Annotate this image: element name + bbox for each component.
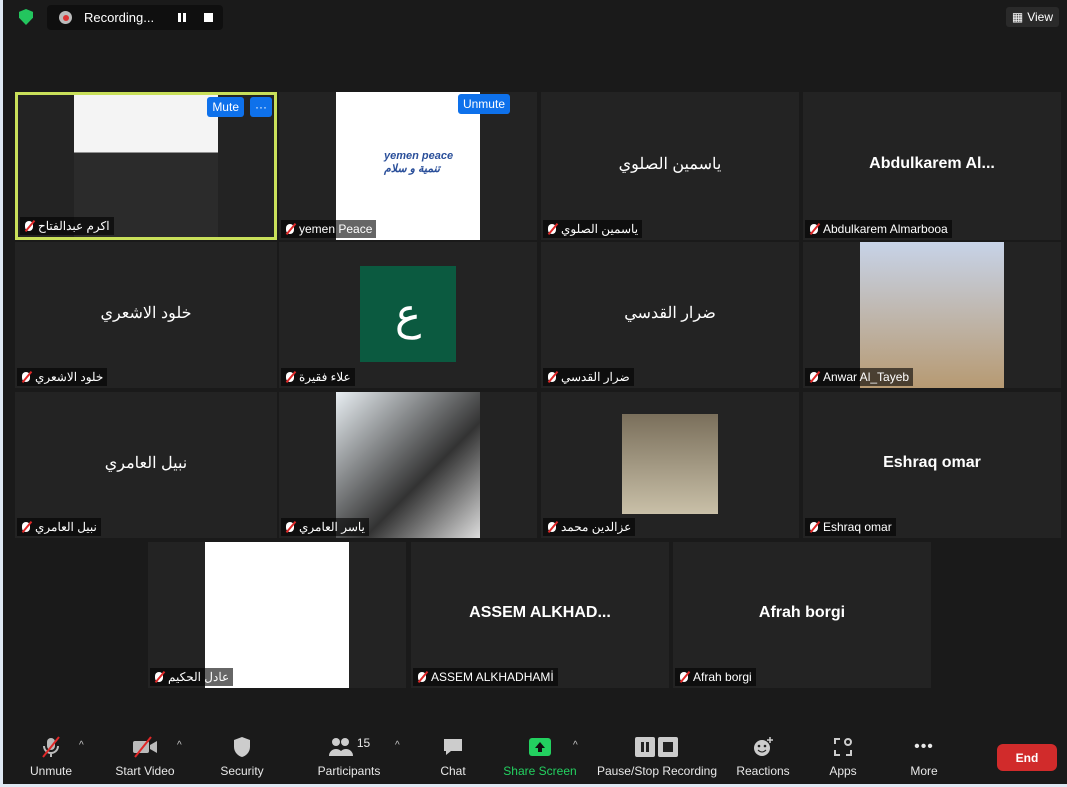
meeting-toolbar: Unmute ^ Start Video ^ Security 15 Partic… bbox=[3, 728, 1067, 784]
apps-label: Apps bbox=[829, 764, 857, 778]
participant-tile[interactable]: ياسمين الصلوي ياسمين الصلوي bbox=[541, 92, 799, 240]
participant-video bbox=[860, 242, 1004, 388]
more-label: More bbox=[910, 764, 938, 778]
encryption-shield-icon[interactable] bbox=[19, 9, 33, 25]
more-dots-icon: ••• bbox=[914, 738, 934, 755]
participant-name-label: ASSEM ALKHADHAMİ bbox=[413, 668, 558, 686]
participant-video bbox=[336, 392, 480, 538]
share-options-caret[interactable]: ^ bbox=[573, 740, 578, 751]
video-off-icon bbox=[111, 736, 179, 758]
top-bar: Recording... ▦ View bbox=[3, 0, 1067, 34]
participant-tile[interactable]: ASSEM ALKHAD... ASSEM ALKHADHAMİ bbox=[411, 542, 669, 688]
participants-count: 15 bbox=[356, 736, 371, 750]
participant-tile[interactable]: عادل الحكيم bbox=[148, 542, 406, 688]
participant-tile[interactable]: yemen peace تنمية و سلام yemen Peace Unmut… bbox=[279, 92, 537, 240]
stop-recording-icon[interactable] bbox=[204, 13, 214, 22]
grid-icon: ▦ bbox=[1011, 10, 1024, 24]
participant-video: yemen peace تنمية و سلام bbox=[336, 92, 480, 240]
view-label: View bbox=[1027, 10, 1053, 24]
participants-icon: 15 bbox=[311, 736, 387, 758]
participant-name-label: نبيل العامري bbox=[17, 518, 101, 536]
security-button[interactable]: Security bbox=[213, 728, 271, 778]
more-button[interactable]: ••• More bbox=[905, 728, 943, 778]
participant-display-name: Afrah borgi bbox=[758, 604, 846, 622]
unmute-button[interactable]: Unmute bbox=[25, 728, 77, 778]
participant-name-label: عزالدين محمد bbox=[543, 518, 636, 536]
recording-indicator: Recording... bbox=[47, 5, 223, 30]
participant-tile[interactable]: اكرم عبدالفتاح Mute ··· bbox=[15, 92, 277, 240]
pause-stop-recording-button[interactable]: Pause/Stop Recording bbox=[595, 728, 719, 778]
avatar: ع bbox=[360, 266, 456, 362]
reactions-smiley-icon bbox=[733, 736, 793, 758]
chat-button[interactable]: Chat bbox=[433, 728, 473, 778]
security-label: Security bbox=[220, 764, 264, 778]
recording-dot-icon bbox=[59, 11, 72, 24]
participant-tile[interactable]: Anwar Al_Tayeb bbox=[803, 242, 1061, 388]
participant-display-name: ضرار القدسي bbox=[624, 305, 716, 322]
muted-mic-icon bbox=[25, 736, 77, 758]
mute-participant-button[interactable]: Mute bbox=[207, 97, 244, 117]
chat-bubble-icon bbox=[433, 736, 473, 758]
participant-video bbox=[622, 414, 718, 514]
participant-tile[interactable]: ياسر العامري bbox=[279, 392, 537, 538]
participant-name-label: ياسر العامري bbox=[281, 518, 369, 536]
end-meeting-button[interactable]: End bbox=[997, 744, 1057, 771]
yemen-peace-logo: yemen peace تنمية و سلام bbox=[384, 150, 454, 175]
start-video-label: Start Video bbox=[115, 764, 175, 778]
chat-label: Chat bbox=[440, 764, 466, 778]
participant-tile[interactable]: ع علاء فقيرة bbox=[279, 242, 537, 388]
unmute-label: Unmute bbox=[29, 764, 73, 778]
reactions-button[interactable]: Reactions bbox=[733, 728, 793, 778]
participant-tile[interactable]: عزالدين محمد bbox=[541, 392, 799, 538]
participant-name-label: Eshraq omar bbox=[805, 518, 896, 536]
participant-display-name: ياسمين الصلوي bbox=[618, 156, 722, 173]
participants-label: Participants bbox=[317, 764, 381, 778]
participant-name-label: ياسمين الصلوي bbox=[543, 220, 643, 238]
participant-name-label: Anwar Al_Tayeb bbox=[805, 368, 914, 386]
share-screen-label: Share Screen bbox=[503, 764, 577, 778]
participants-button[interactable]: 15 Participants bbox=[311, 728, 387, 778]
participant-name-label: عادل الحكيم bbox=[150, 668, 234, 686]
pause-stop-icon bbox=[595, 736, 719, 758]
participant-tile[interactable]: نبيل العامري نبيل العامري bbox=[15, 392, 277, 538]
view-button[interactable]: ▦ View bbox=[1005, 7, 1059, 27]
participant-tile[interactable]: خلود الاشعري خلود الاشعري bbox=[15, 242, 277, 388]
video-options-caret[interactable]: ^ bbox=[177, 740, 182, 751]
participant-tile[interactable]: Abdulkarem Al... Abdulkarem Almarbooa bbox=[803, 92, 1061, 240]
apps-icon bbox=[825, 736, 861, 758]
participant-tile[interactable]: ضرار القدسي ضرار القدسي bbox=[541, 242, 799, 388]
participant-video bbox=[205, 542, 349, 688]
audio-options-caret[interactable]: ^ bbox=[79, 740, 84, 751]
participant-display-name: نبيل العامري bbox=[104, 455, 188, 472]
more-options-button[interactable]: ··· bbox=[250, 97, 272, 117]
participant-name-label: خلود الاشعري bbox=[17, 368, 108, 386]
participant-video bbox=[74, 95, 218, 237]
participant-tile[interactable]: Eshraq omar Eshraq omar bbox=[803, 392, 1061, 538]
participant-name-label: علاء فقيرة bbox=[281, 368, 355, 386]
share-screen-button[interactable]: Share Screen bbox=[501, 728, 579, 778]
recording-label: Recording... bbox=[84, 10, 155, 25]
participants-options-caret[interactable]: ^ bbox=[395, 740, 400, 751]
pause-recording-icon[interactable] bbox=[178, 13, 187, 22]
participant-name-label: Afrah borgi bbox=[675, 668, 756, 686]
unmute-participant-button[interactable]: Unmute bbox=[457, 94, 510, 114]
start-video-button[interactable]: Start Video bbox=[111, 728, 179, 778]
participant-tile[interactable]: Afrah borgi Afrah borgi bbox=[673, 542, 931, 688]
participant-name-label: Abdulkarem Almarbooa bbox=[805, 220, 952, 238]
reactions-label: Reactions bbox=[736, 764, 790, 778]
participant-display-name: ASSEM ALKHAD... bbox=[469, 604, 611, 622]
participant-display-name: Eshraq omar bbox=[883, 454, 981, 472]
share-screen-icon bbox=[501, 736, 579, 758]
participant-name-label: اكرم عبدالفتاح bbox=[20, 217, 114, 235]
apps-button[interactable]: Apps bbox=[825, 728, 861, 778]
recording-label: Pause/Stop Recording bbox=[596, 764, 718, 778]
security-shield-icon bbox=[213, 736, 271, 758]
participant-display-name: Abdulkarem Al... bbox=[869, 155, 995, 173]
participant-name-label: yemen Peace bbox=[281, 220, 377, 238]
participant-name-label: ضرار القدسي bbox=[543, 368, 634, 386]
participant-display-name: خلود الاشعري bbox=[100, 305, 192, 322]
